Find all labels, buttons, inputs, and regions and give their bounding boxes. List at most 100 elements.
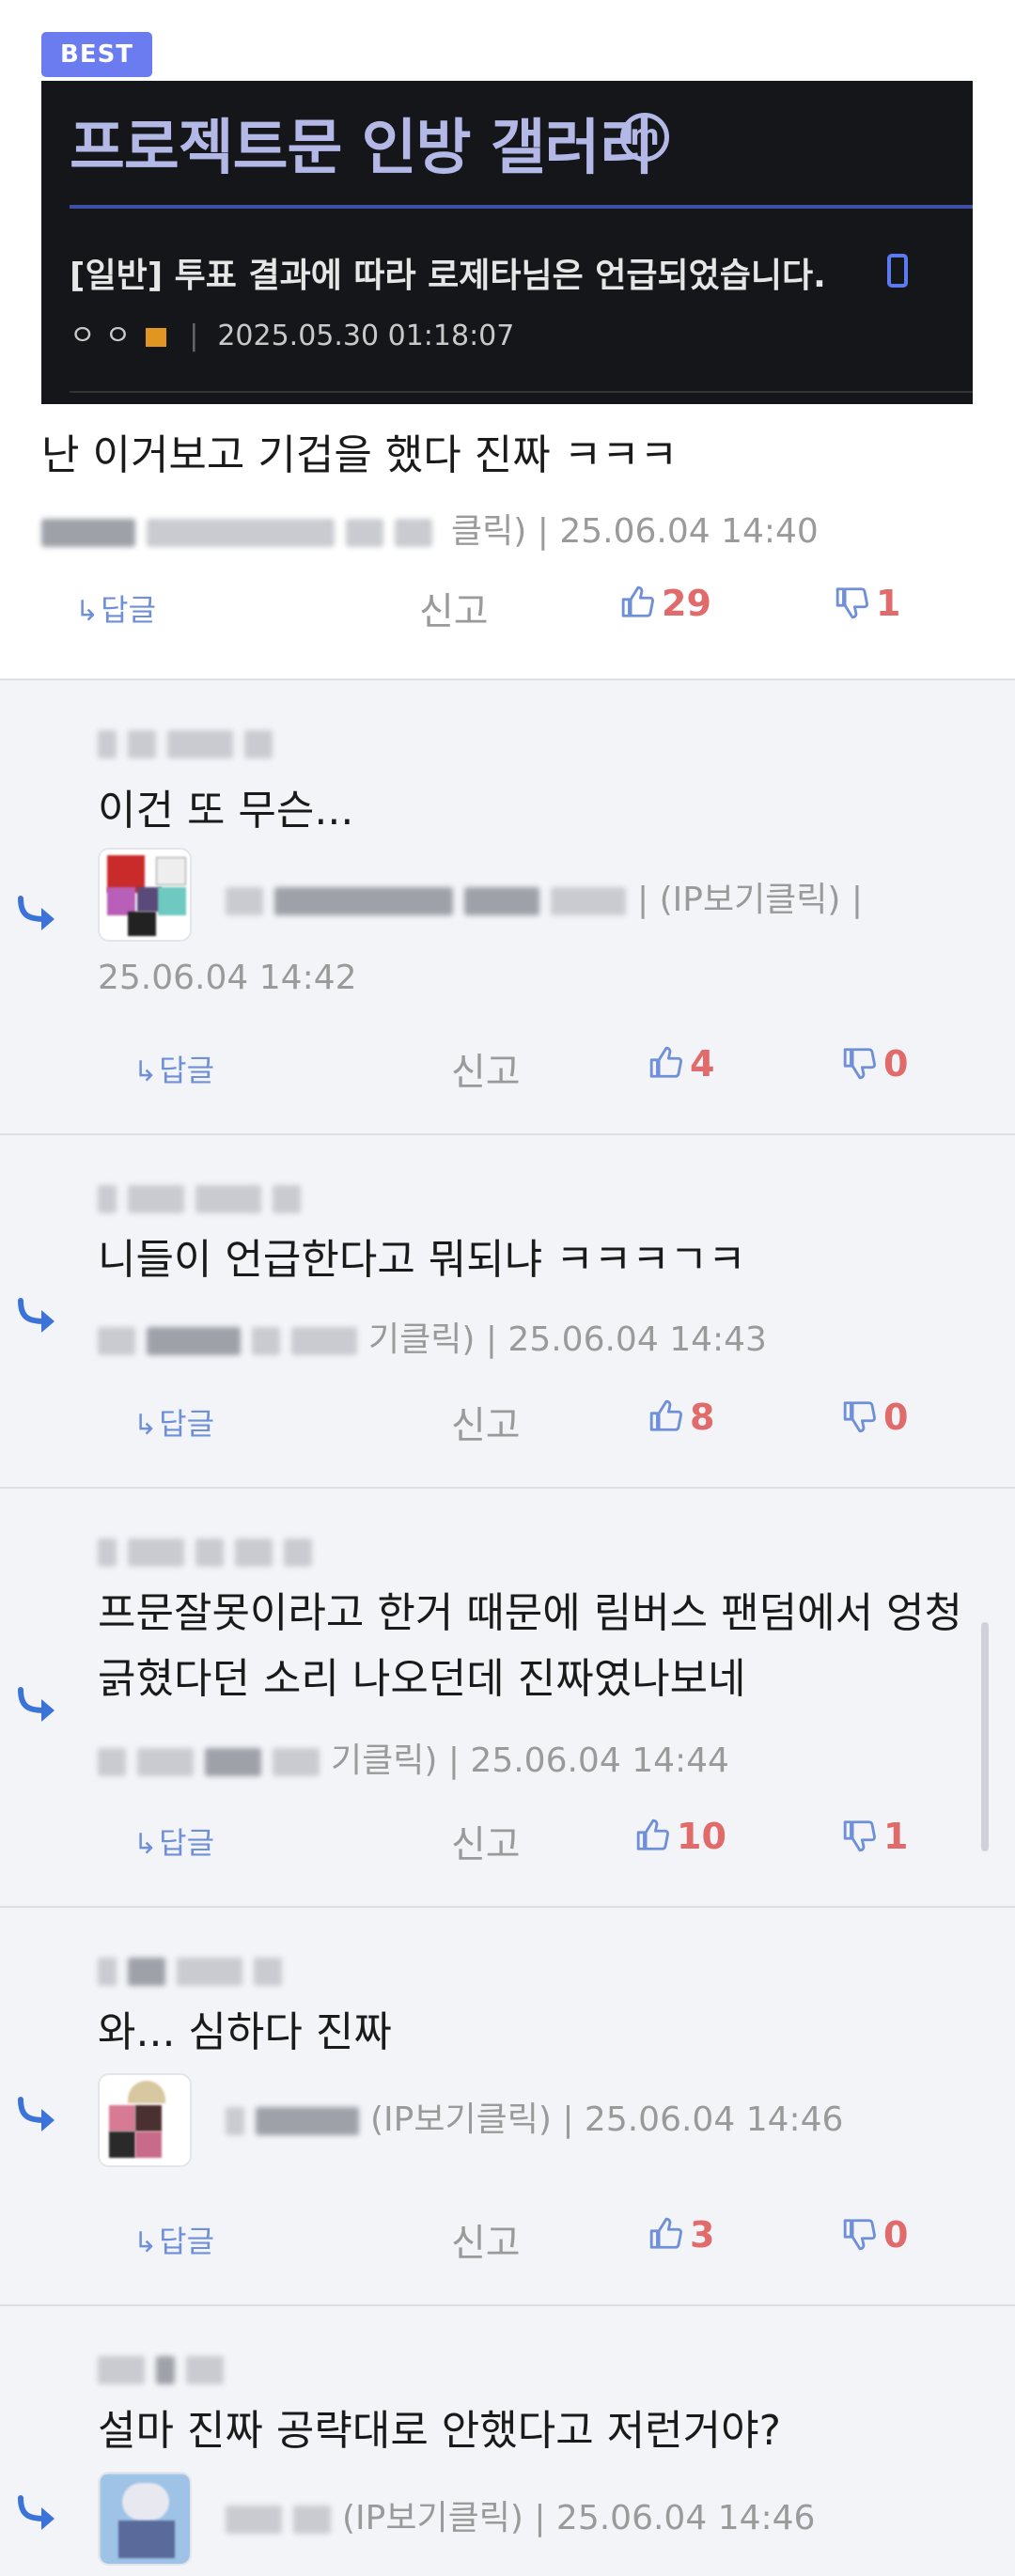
comment-list: BEST 프로젝트문 인방 갤러리 m [일반] 투표 결과에 따라 로제타님은… [0, 0, 1015, 2576]
downvote-button[interactable]: 1 [835, 583, 900, 624]
reply-indent-icon [17, 2494, 58, 2532]
comment-text: 니들이 언급한다고 뭐되냐 ㅋㅋㅋㄱㅋ [98, 1236, 746, 1284]
gallery-title: 프로젝트문 인방 갤러리 [70, 114, 654, 183]
thumbs-down-icon [835, 587, 868, 619]
reply-arrow-icon: ↳ [133, 1055, 158, 1088]
comment-meta: (IP보기클릭) | 25.06.04 14:46 [226, 2490, 815, 2539]
reply-button[interactable]: ↳답글 [133, 1819, 214, 1863]
ip-label[interactable]: (IP보기클릭) [370, 2100, 552, 2139]
reply-comment: 와... 심하다 진짜 (IP보기클릭) | 25.06.04 14:46 ↳답… [0, 1908, 1015, 2306]
ip-label[interactable]: | (IP보기클릭) | [637, 881, 863, 919]
avatar[interactable] [98, 2073, 192, 2167]
comment-actions: ↳답글 신고 10 1 [0, 1810, 1015, 1866]
upvote-button[interactable]: 29 [620, 583, 711, 624]
blurred-nickname [98, 2353, 235, 2384]
mobile-icon [887, 254, 908, 288]
thumbs-up-icon [649, 1399, 682, 1431]
report-button[interactable]: 신고 [451, 1041, 521, 1096]
thumbs-up-icon [649, 1046, 682, 1078]
reply-button[interactable]: ↳답글 [133, 1400, 214, 1444]
downvote-button[interactable]: 0 [842, 1043, 908, 1085]
reply-arrow-icon: ↳ [133, 2226, 158, 2259]
reply-arrow-icon: ↳ [133, 1828, 158, 1861]
comment-text: 와... 심하다 진짜 [98, 2008, 392, 2056]
comment-actions: ↳답글 신고 4 0 [0, 1038, 1015, 1094]
comment-datetime: | 25.06.04 14:43 [485, 1320, 767, 1359]
upvote-button[interactable]: 8 [648, 1397, 714, 1438]
blurred-nickname [395, 519, 432, 547]
upvote-button[interactable]: 3 [648, 2214, 714, 2256]
best-comment: BEST 프로젝트문 인방 갤러리 m [일반] 투표 결과에 따라 로제타님은… [0, 0, 1015, 680]
minor-gallery-icon: m [620, 113, 669, 162]
scrollbar[interactable] [981, 1622, 989, 1851]
reply-comment: 프문잘못이라고 한거 때문에 림버스 팬덤에서 엉청 긁혔다던 소리 나오던데 … [0, 1489, 1015, 1908]
reply-button[interactable]: ↳답글 [133, 2218, 214, 2261]
thumbs-down-icon [843, 1048, 876, 1080]
reply-comment: 이건 또 무슨... | (IP보기클릭) | 25.06.04 14:42 ↳… [0, 680, 1015, 1135]
comment-datetime: | 25.06.04 14:44 [447, 1741, 729, 1780]
blurred-nickname [98, 1182, 312, 1213]
comment-actions: ↳답글 신고 8 0 [0, 1391, 1015, 1447]
reply-arrow-icon: ↳ [133, 1409, 158, 1442]
reply-comment: 니들이 언급한다고 뭐되냐 ㅋㅋㅋㄱㅋ 기클릭) | 25.06.04 14:4… [0, 1135, 1015, 1489]
post-datetime: 2025.05.30 01:18:07 [217, 320, 515, 352]
blurred-nickname [41, 519, 135, 547]
comment-meta: 클릭) | 25.06.04 14:40 [41, 504, 819, 553]
report-button[interactable]: 신고 [419, 581, 489, 635]
attached-image[interactable]: 프로젝트문 인방 갤러리 m [일반] 투표 결과에 따라 로제타님은 언급되었… [41, 81, 973, 404]
divider [70, 391, 973, 393]
blurred-nickname [98, 1955, 293, 1986]
downvote-button[interactable]: 0 [842, 2214, 908, 2256]
reply-indent-icon [17, 1686, 58, 1724]
comment-text: 설마 진짜 공략대로 안했다고 저런거야? [98, 2407, 781, 2455]
ip-label[interactable]: 기클릭) [368, 1320, 475, 1359]
blurred-nickname [98, 727, 284, 758]
thumbs-down-icon [843, 1401, 876, 1433]
comment-text-line: 프문잘못이라고 한거 때문에 림버스 팬덤에서 엉청 [98, 1589, 963, 1637]
report-button[interactable]: 신고 [451, 1395, 521, 1449]
blurred-nickname [147, 519, 335, 547]
thumbs-up-icon [621, 585, 654, 617]
comment-text: 난 이거보고 기겁을 했다 진짜 ㅋㅋㅋ [41, 431, 679, 479]
post-author: ㅇㅇ [70, 320, 141, 352]
comment-text-line: 긁혔다던 소리 나오던데 진짜였나보네 [98, 1655, 746, 1703]
comment-meta: 기클릭) | 25.06.04 14:44 [98, 1733, 729, 1782]
reply-button[interactable]: ↳답글 [133, 1047, 214, 1090]
comment-text: 이건 또 무슨... [98, 787, 354, 835]
post-title: [일반] 투표 결과에 따라 로제타님은 언급되었습니다. [70, 257, 826, 295]
reply-indent-icon [17, 895, 58, 932]
report-button[interactable]: 신고 [451, 1814, 521, 1868]
comment-datetime: | 25.06.04 14:46 [562, 2100, 844, 2139]
comment-datetime: 25.06.04 14:42 [98, 959, 357, 997]
thumbs-up-icon [636, 1819, 669, 1850]
reply-comment: 설마 진짜 공략대로 안했다고 저런거야? (IP보기클릭) | 25.06.0… [0, 2306, 1015, 2576]
downvote-button[interactable]: 1 [842, 1816, 908, 1857]
report-button[interactable]: 신고 [451, 2212, 521, 2267]
ip-label[interactable]: 클릭) [451, 512, 526, 551]
comment-meta: (IP보기클릭) | 25.06.04 14:46 [226, 2092, 843, 2141]
divider [70, 205, 973, 209]
best-badge: BEST [41, 32, 153, 77]
fixed-nick-icon [146, 327, 167, 347]
blurred-nickname [346, 519, 383, 547]
avatar[interactable] [98, 848, 192, 942]
downvote-button[interactable]: 0 [842, 1397, 908, 1438]
ip-label[interactable]: (IP보기클릭) [342, 2499, 523, 2537]
comment-actions: ↳답글 신고 3 0 [0, 2209, 1015, 2265]
comment-datetime: | 25.06.04 14:40 [537, 512, 819, 551]
reply-indent-icon [17, 1297, 58, 1335]
reply-indent-icon [17, 2096, 58, 2133]
reply-button[interactable]: ↳답글 [75, 586, 156, 630]
comment-meta: 기클릭) | 25.06.04 14:43 [98, 1312, 767, 1361]
reply-arrow-icon: ↳ [75, 595, 100, 628]
upvote-button[interactable]: 10 [635, 1816, 726, 1857]
comment-meta: | (IP보기클릭) | [226, 872, 863, 921]
comment-datetime: | 25.06.04 14:46 [534, 2499, 816, 2537]
thumbs-up-icon [649, 2217, 682, 2249]
ip-label[interactable]: 기클릭) [331, 1741, 437, 1780]
avatar[interactable] [98, 2472, 192, 2566]
thumbs-down-icon [843, 2219, 876, 2251]
blurred-nickname [98, 1536, 323, 1567]
thumbs-down-icon [843, 1820, 876, 1852]
upvote-button[interactable]: 4 [648, 1043, 714, 1085]
